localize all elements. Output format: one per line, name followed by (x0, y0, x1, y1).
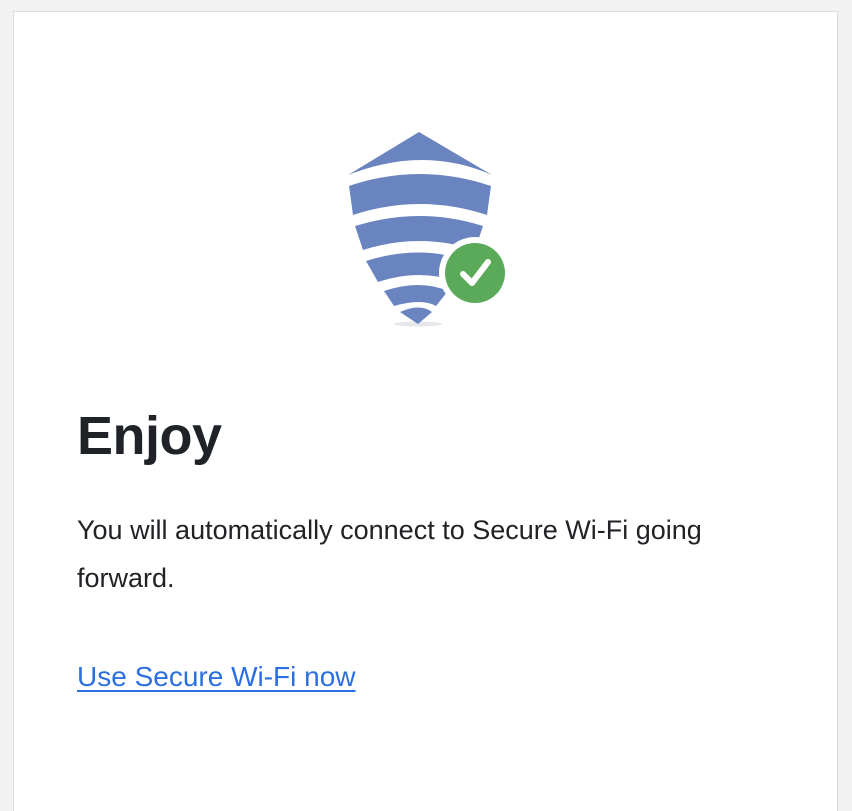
secure-wifi-illustration (344, 120, 514, 330)
page-title: Enjoy (77, 406, 222, 466)
confirmation-message: You will automatically connect to Secure… (77, 515, 702, 593)
shield-with-checkmark-icon (348, 132, 511, 327)
use-secure-wifi-link[interactable]: Use Secure Wi-Fi now (77, 657, 356, 697)
confirmation-card: Enjoy You will automatically connect to … (13, 11, 838, 811)
